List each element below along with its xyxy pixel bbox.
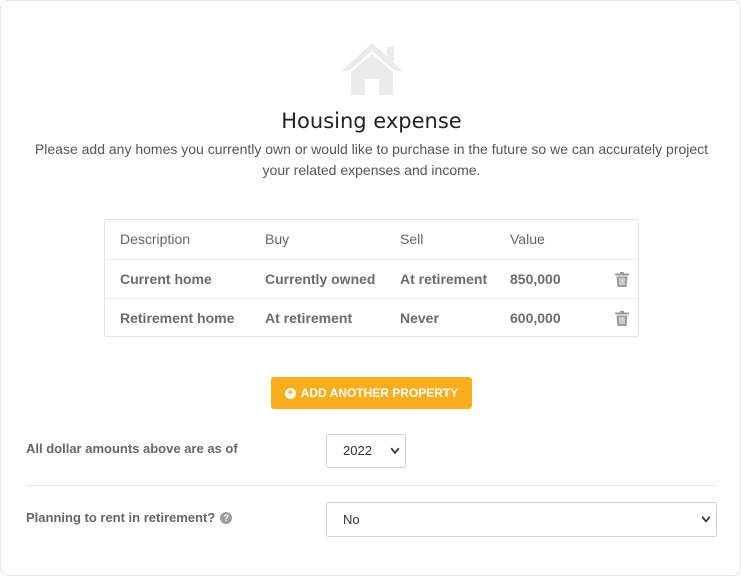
divider: [26, 485, 717, 486]
rent-select[interactable]: No: [326, 502, 717, 537]
page-title: Housing expense: [281, 109, 462, 133]
column-header-value: Value: [510, 231, 545, 247]
row-value: 850,000: [510, 271, 561, 287]
row-value: 600,000: [510, 310, 561, 326]
column-header-buy: Buy: [265, 231, 290, 247]
table-row[interactable]: Current home Currently owned At retireme…: [105, 259, 638, 299]
row-sell: At retirement: [400, 271, 488, 287]
year-select[interactable]: 2022: [326, 434, 406, 468]
dollar-year-label: All dollar amounts above are as of: [26, 441, 238, 456]
trash-icon[interactable]: [615, 311, 629, 326]
column-header-description: Description: [120, 231, 191, 247]
chevron-down-icon: [390, 447, 400, 455]
row-buy: At retirement: [265, 310, 353, 326]
chevron-down-icon: [701, 516, 711, 523]
table-row[interactable]: Retirement home At retirement Never 600,…: [105, 298, 638, 338]
add-another-property-button[interactable]: + ADD ANOTHER PROPERTY: [271, 377, 472, 409]
column-header-sell: Sell: [400, 231, 424, 247]
properties-table: Description Buy Sell Value Current home …: [104, 219, 639, 337]
page-subtitle: Please add any homes you currently own o…: [34, 141, 709, 178]
plus-circle-icon: +: [284, 387, 296, 399]
housing-expense-card: Housing expense Please add any homes you…: [0, 0, 741, 576]
add-another-property-label: ADD ANOTHER PROPERTY: [300, 386, 459, 400]
rent-question-label: Planning to rent in retirement??: [26, 510, 233, 525]
row-description: Retirement home: [120, 310, 235, 326]
question-circle-icon[interactable]: ?: [220, 511, 233, 524]
year-select-value: 2022: [343, 443, 372, 458]
row-description: Current home: [120, 271, 212, 287]
rent-question-text: Planning to rent in retirement?: [26, 510, 216, 525]
house-icon: [341, 43, 403, 95]
table-header-row: Description Buy Sell Value: [105, 220, 638, 259]
row-buy: Currently owned: [265, 271, 376, 287]
rent-select-value: No: [343, 512, 360, 527]
trash-icon[interactable]: [615, 272, 629, 287]
row-sell: Never: [400, 310, 439, 326]
